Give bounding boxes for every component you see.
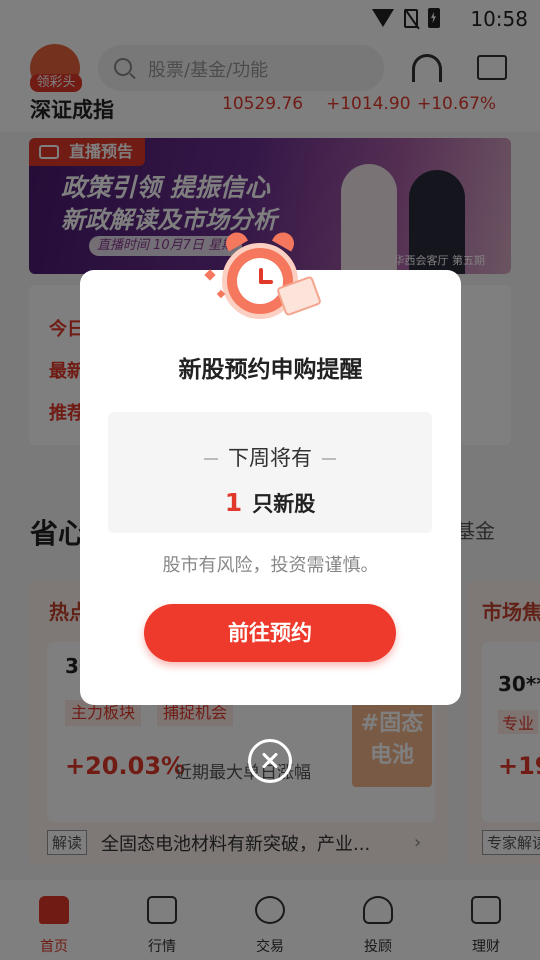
close-dialog-button[interactable] [248,739,292,783]
ipo-count-unit: 只新股 [252,492,316,516]
ipo-subtitle: 下周将有 [228,446,312,470]
alarm-clock-icon [200,225,340,325]
ipo-reminder-dialog: 新股预约申购提醒 下周将有 1 只新股 股市有风险，投资需谨慎。 前往预约 [80,270,461,705]
modal-title: 新股预约申购提醒 [178,357,363,383]
sparkle-icon [204,269,216,281]
ipo-count-row: 1 只新股 [108,488,432,518]
ipo-summary-box: 下周将有 1 只新股 [108,412,432,533]
ipo-subtitle-row: 下周将有 [108,442,432,472]
ipo-count: 1 [224,488,243,517]
divider-right [322,458,336,460]
clock-dial [237,258,283,304]
divider-left [204,458,218,460]
risk-warning: 股市有风险，投资需谨慎。 [162,555,379,576]
go-reserve-button[interactable]: 前往预约 [144,604,396,662]
clock-minute-hand [259,280,273,284]
